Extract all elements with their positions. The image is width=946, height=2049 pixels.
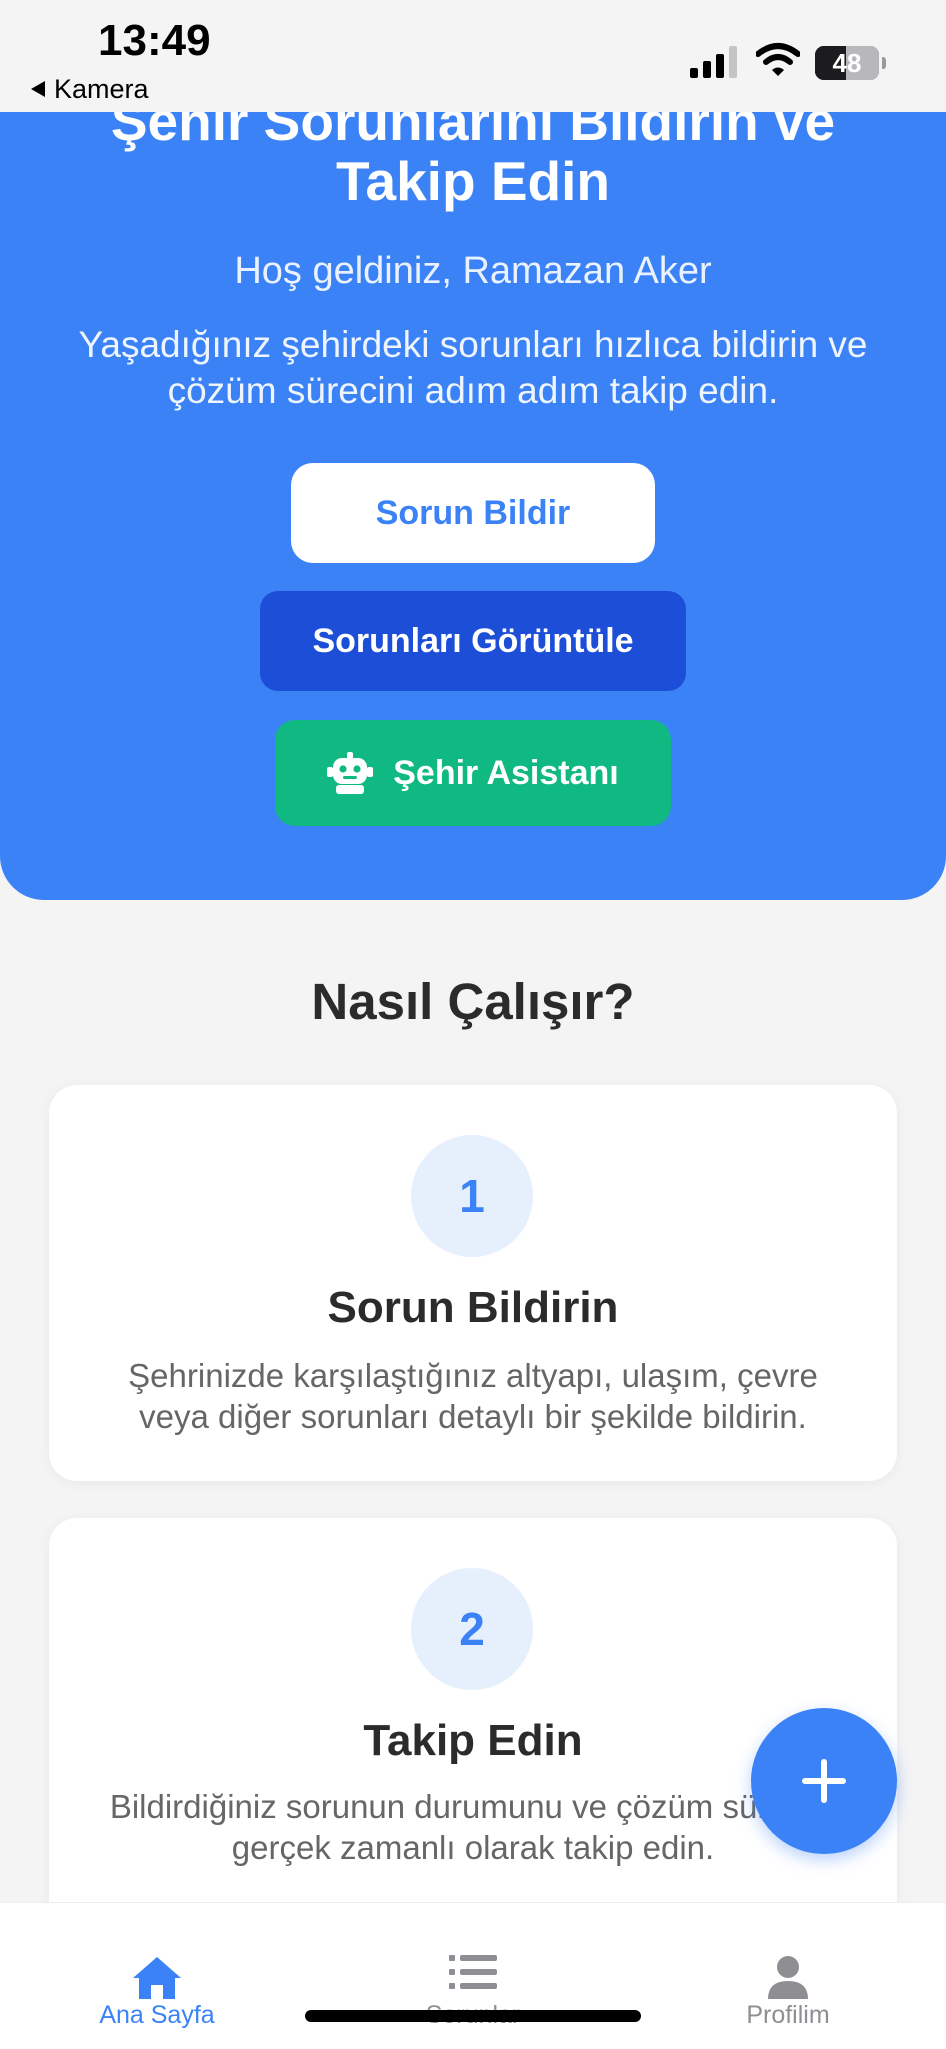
step-title: Sorun Bildirin: [327, 1283, 619, 1332]
battery-indicator: 48: [815, 46, 886, 80]
user-icon: [766, 1955, 810, 2004]
status-bar: 13:49 Kamera 48: [0, 0, 946, 112]
back-triangle-icon: [30, 74, 46, 105]
step-number-badge: 2: [411, 1568, 533, 1690]
city-assistant-button[interactable]: Şehir Asistanı: [275, 720, 671, 826]
view-issues-label: Sorunları Görüntüle: [312, 621, 634, 660]
step-description: Bildirdiğiniz sorunun durumunu ve çözüm …: [109, 1788, 837, 1866]
how-it-works-title: Nasıl Çalışır?: [311, 973, 635, 1030]
tab-home[interactable]: Ana Sayfa: [37, 1903, 277, 2049]
welcome-text: Hoş geldiniz, Ramazan Aker: [234, 250, 712, 292]
wifi-icon: [755, 42, 801, 83]
tab-profile[interactable]: Profilim: [668, 1903, 908, 2049]
tab-issues[interactable]: Sorunlar: [353, 1903, 593, 2049]
back-to-app-link[interactable]: Kamera: [30, 74, 149, 105]
list-icon: [449, 1955, 497, 1994]
plus-icon: [800, 1757, 848, 1805]
city-assistant-label: Şehir Asistanı: [393, 753, 619, 792]
bottom-tab-bar: Ana Sayfa Sorunlar Profilim: [0, 1902, 946, 2049]
home-indicator: [305, 2010, 641, 2022]
tab-home-label: Ana Sayfa: [99, 2001, 215, 2029]
report-issue-button[interactable]: Sorun Bildir: [291, 463, 655, 563]
cellular-signal-icon: [690, 46, 738, 83]
back-app-label: Kamera: [54, 74, 149, 104]
add-issue-fab[interactable]: [751, 1708, 897, 1854]
tab-profile-label: Profilim: [746, 2001, 830, 2029]
battery-level: 48: [832, 47, 862, 78]
report-issue-label: Sorun Bildir: [375, 493, 571, 532]
robot-icon: [327, 752, 374, 794]
hero-title-line2: Takip Edin: [335, 150, 610, 212]
view-issues-button[interactable]: Sorunları Görüntüle: [260, 591, 686, 691]
step-number-badge: 1: [411, 1135, 533, 1257]
hero-banner: Şehir Sorunlarını Bildirin ve Takip Edin…: [0, 0, 946, 900]
step-card: 2 Takip Edin Bildirdiğiniz sorunun durum…: [49, 1518, 897, 1938]
status-time: 13:49: [98, 16, 211, 65]
step-description: Şehrinizde karşılaştığınız altyapı, ulaş…: [128, 1357, 818, 1435]
step-card: 1 Sorun Bildirin Şehrinizde karşılaştığı…: [49, 1085, 897, 1481]
hero-description: Yaşadığınız şehirdeki sorunları hızlıca …: [78, 324, 868, 411]
home-icon: [131, 1955, 183, 2006]
